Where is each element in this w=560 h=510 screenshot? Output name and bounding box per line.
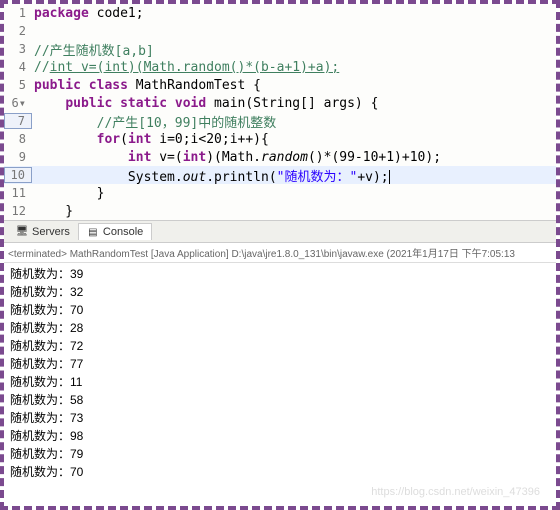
code-line[interactable]: 11 } bbox=[4, 184, 556, 202]
console-status: <terminated> MathRandomTest [Java Applic… bbox=[4, 243, 556, 263]
code-content[interactable]: public static void main(String[] args) { bbox=[32, 96, 556, 111]
console-icon: ▤ bbox=[87, 226, 99, 238]
line-number: 12 bbox=[4, 204, 32, 218]
console-line: 随机数为：58 bbox=[10, 391, 550, 409]
console-line: 随机数为：79 bbox=[10, 445, 550, 463]
console-line: 随机数为：28 bbox=[10, 319, 550, 337]
text-cursor bbox=[389, 170, 390, 184]
code-line[interactable]: 7 //产生[10，99]中的随机整数 bbox=[4, 112, 556, 130]
code-line[interactable]: 5public class MathRandomTest { bbox=[4, 76, 556, 94]
watermark: https://blog.csdn.net/weixin_47396 bbox=[371, 486, 540, 498]
code-line[interactable]: 4//int v=(int)(Math.random()*(b-a+1)+a); bbox=[4, 58, 556, 76]
line-number: 6▾ bbox=[4, 96, 32, 110]
code-content[interactable]: //产生[10，99]中的随机整数 bbox=[32, 112, 556, 131]
code-line[interactable]: 3//产生随机数[a,b] bbox=[4, 40, 556, 58]
console-line: 随机数为：11 bbox=[10, 373, 550, 391]
tab-label: Servers bbox=[32, 226, 70, 238]
console-line: 随机数为：70 bbox=[10, 301, 550, 319]
line-number: 7 bbox=[4, 113, 32, 129]
console-line: 随机数为：77 bbox=[10, 355, 550, 373]
line-number: 4 bbox=[4, 60, 32, 74]
code-line[interactable]: 1package code1; bbox=[4, 4, 556, 22]
code-line[interactable]: 6▾ public static void main(String[] args… bbox=[4, 94, 556, 112]
console-output[interactable]: 随机数为：39随机数为：32随机数为：70随机数为：28随机数为：72随机数为：… bbox=[4, 263, 556, 483]
server-icon: 🖥 bbox=[16, 226, 28, 238]
line-number: 8 bbox=[4, 132, 32, 146]
line-number: 9 bbox=[4, 150, 32, 164]
line-number: 1 bbox=[4, 6, 32, 20]
code-line[interactable]: 9 int v=(int)(Math.random()*(99-10+1)+10… bbox=[4, 148, 556, 166]
console-line: 随机数为：32 bbox=[10, 283, 550, 301]
console-line: 随机数为：70 bbox=[10, 463, 550, 481]
code-line[interactable]: 2 bbox=[4, 22, 556, 40]
tab-console[interactable]: ▤ Console bbox=[78, 223, 152, 240]
code-editor[interactable]: 1package code1;23//产生随机数[a,b]4//int v=(i… bbox=[4, 4, 556, 221]
code-line[interactable]: 8 for(int i=0;i<20;i++){ bbox=[4, 130, 556, 148]
code-line[interactable]: 10 System.out.println("随机数为："+v); bbox=[4, 166, 556, 184]
console-line: 随机数为：73 bbox=[10, 409, 550, 427]
line-number: 3 bbox=[4, 42, 32, 56]
code-content[interactable]: for(int i=0;i<20;i++){ bbox=[32, 132, 556, 147]
code-content[interactable]: //产生随机数[a,b] bbox=[32, 40, 556, 59]
console-line: 随机数为：39 bbox=[10, 265, 550, 283]
code-line[interactable]: 12 } bbox=[4, 202, 556, 220]
line-number: 5 bbox=[4, 78, 32, 92]
console-line: 随机数为：98 bbox=[10, 427, 550, 445]
line-number: 2 bbox=[4, 24, 32, 38]
code-content[interactable]: } bbox=[32, 204, 556, 219]
code-content[interactable]: int v=(int)(Math.random()*(99-10+1)+10); bbox=[32, 150, 556, 165]
console-line: 随机数为：72 bbox=[10, 337, 550, 355]
bottom-tabs: 🖥 Servers ▤ Console bbox=[4, 221, 556, 243]
line-number: 11 bbox=[4, 186, 32, 200]
code-content[interactable]: package code1; bbox=[32, 6, 556, 21]
code-content[interactable]: public class MathRandomTest { bbox=[32, 78, 556, 93]
code-content[interactable]: //int v=(int)(Math.random()*(b-a+1)+a); bbox=[32, 60, 556, 75]
tab-servers[interactable]: 🖥 Servers bbox=[8, 224, 78, 240]
line-number: 10 bbox=[4, 167, 32, 183]
tab-label: Console bbox=[103, 226, 143, 238]
code-content[interactable]: System.out.println("随机数为："+v); bbox=[32, 166, 556, 185]
code-content[interactable]: } bbox=[32, 186, 556, 201]
